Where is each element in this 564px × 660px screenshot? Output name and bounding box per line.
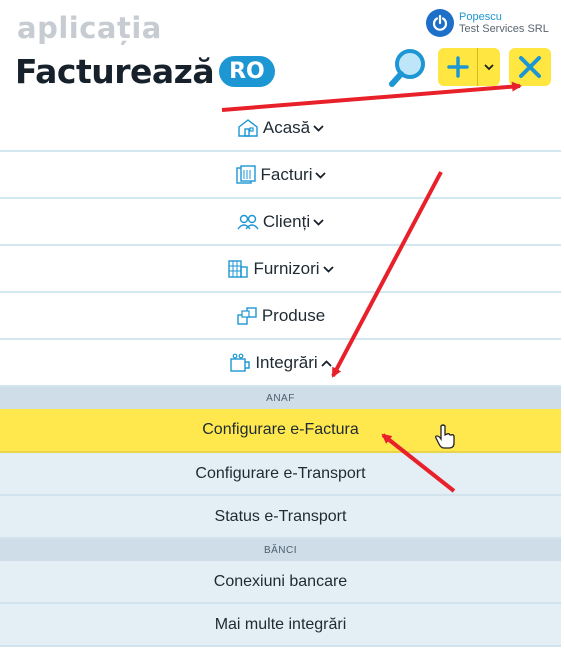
invoices-icon bbox=[235, 164, 257, 186]
plus-icon bbox=[446, 56, 469, 78]
integrations-icon bbox=[229, 352, 251, 374]
menu-item-label: Produse bbox=[261, 305, 326, 325]
section-header-anaf: ANAF bbox=[0, 387, 561, 409]
add-button-group bbox=[438, 48, 500, 86]
section-header-banci: BĂNCI bbox=[0, 539, 561, 561]
menu-item-acasa[interactable]: Acasă bbox=[0, 105, 561, 152]
home-icon bbox=[237, 117, 259, 139]
main-menu: Acasă Facturi Clienți Furnizori Produse … bbox=[0, 105, 561, 647]
chevron-down-icon bbox=[484, 64, 494, 71]
brand-logo[interactable]: Facturează RO bbox=[15, 52, 275, 91]
clients-icon bbox=[237, 211, 259, 233]
menu-item-label: Acasă bbox=[262, 117, 311, 137]
chevron-down-icon bbox=[313, 215, 324, 229]
menu-item-produse[interactable]: Produse bbox=[0, 293, 561, 340]
chevron-up-icon bbox=[321, 356, 332, 370]
submenu-item-configurare-etransport[interactable]: Configurare e-Transport bbox=[0, 453, 561, 496]
products-icon bbox=[236, 305, 258, 327]
power-icon[interactable] bbox=[426, 9, 454, 37]
search-button[interactable] bbox=[388, 47, 428, 89]
app-header: aplicația Facturează RO Popescu Test Ser… bbox=[0, 0, 564, 104]
menu-item-clienti[interactable]: Clienți bbox=[0, 199, 561, 246]
hand-cursor-icon bbox=[435, 424, 455, 449]
add-button[interactable] bbox=[438, 48, 478, 86]
brand-tagline: aplicația bbox=[17, 11, 162, 45]
menu-item-furnizori[interactable]: Furnizori bbox=[0, 246, 561, 293]
chevron-down-icon bbox=[322, 262, 334, 276]
brand-suffix: RO bbox=[219, 56, 275, 87]
add-dropdown-button[interactable] bbox=[478, 48, 500, 86]
menu-item-label: Clienți bbox=[262, 211, 311, 231]
chevron-down-icon bbox=[315, 168, 327, 182]
brand-name: Facturează bbox=[15, 52, 215, 91]
close-icon bbox=[519, 56, 541, 78]
search-icon bbox=[389, 49, 425, 87]
user-account[interactable]: Popescu Test Services SRL bbox=[426, 9, 549, 37]
close-menu-button[interactable] bbox=[509, 48, 551, 86]
submenu-item-mai-multe-integrari[interactable]: Mai multe integrări bbox=[0, 604, 561, 647]
user-name[interactable]: Popescu bbox=[459, 11, 549, 23]
menu-item-integrari[interactable]: Integrări bbox=[0, 340, 561, 387]
menu-item-label: Furnizori bbox=[253, 258, 320, 278]
menu-item-facturi[interactable]: Facturi bbox=[0, 152, 561, 199]
submenu-item-configurare-efactura[interactable]: Configurare e-Factura bbox=[0, 409, 561, 453]
chevron-down-icon bbox=[313, 121, 324, 135]
submenu-item-conexiuni-bancare[interactable]: Conexiuni bancare bbox=[0, 561, 561, 604]
user-company: Test Services SRL bbox=[459, 23, 549, 35]
menu-item-label: Integrări bbox=[255, 352, 318, 372]
submenu-item-status-etransport[interactable]: Status e-Transport bbox=[0, 496, 561, 539]
suppliers-icon bbox=[227, 258, 249, 280]
menu-item-label: Facturi bbox=[260, 164, 313, 184]
